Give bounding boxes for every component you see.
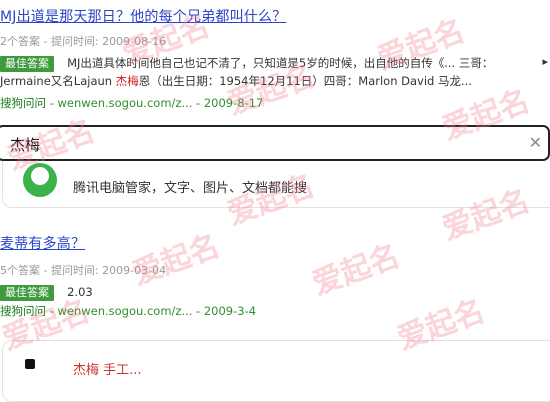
promo-text: 腾讯电脑管家，文字、图片、文档都能搜 xyxy=(73,181,308,196)
result-meta-1: 2个答案 - 提问时间: 2009-08-16 xyxy=(0,35,167,48)
bottom-card-text: 杰梅 手工... xyxy=(73,363,142,378)
answer-snippet-line1: MJ出道具体时间他自己也记不清了，只知道是5岁的时候，出自他的自传《... 三哥… xyxy=(67,56,494,70)
result-source-1[interactable]: 搜狗问问 - wenwen.sogou.com/z... - 2009-8-17 xyxy=(0,95,263,111)
source-brand: 搜狗问问 xyxy=(0,304,46,318)
watermark: 爱起名 xyxy=(307,238,405,303)
result-source-2[interactable]: 搜狗问问 - wenwen.sogou.com/z... - 2009-3-4 xyxy=(0,303,256,319)
source-brand: 搜狗问问 xyxy=(0,96,46,110)
best-answer-row-1: 最佳答案 MJ出道具体时间他自己也记不清了，只知道是5岁的时候，出自他的自传《.… xyxy=(0,52,493,72)
search-query: 杰梅 xyxy=(10,136,41,154)
best-answer-badge: 最佳答案 xyxy=(0,56,54,72)
best-answer-badge: 最佳答案 xyxy=(0,285,54,301)
answer-snippet-line2: Jermaine又名Lajaun 杰梅恩（出生日期：1954年12月11日）四哥… xyxy=(0,73,472,89)
snippet-text: Jermaine又名Lajaun xyxy=(0,74,116,88)
card-icon xyxy=(25,359,35,369)
result-title-1[interactable]: MJ出道是那天那日？他的每个兄弟都叫什么？ xyxy=(0,6,286,26)
bottom-card[interactable]: 杰梅 手工... xyxy=(2,340,550,402)
app-logo-icon xyxy=(23,163,57,197)
source-url: - wenwen.sogou.com/z... - 2009-8-17 xyxy=(46,96,264,110)
result-meta-2: 5个答案 - 提问时间: 2009-03-04 xyxy=(0,264,167,277)
highlight-term: 杰梅 xyxy=(115,74,139,88)
best-answer-row-2: 最佳答案 2.03 xyxy=(0,281,93,301)
source-url: - wenwen.sogou.com/z... - 2009-3-4 xyxy=(46,304,257,318)
result-title-2[interactable]: 麦蒂有多高？ xyxy=(0,233,85,253)
snippet-text: 恩（出生日期：1954年12月11日）四哥：Marlon David 马龙... xyxy=(138,74,472,88)
chevron-right-icon[interactable]: ▸ xyxy=(542,55,548,68)
close-icon[interactable]: ✕ xyxy=(529,133,542,152)
answer-text: 2.03 xyxy=(67,285,93,299)
search-input[interactable]: 杰梅 ✕ xyxy=(0,125,550,161)
watermark: 爱起名 xyxy=(127,228,225,293)
